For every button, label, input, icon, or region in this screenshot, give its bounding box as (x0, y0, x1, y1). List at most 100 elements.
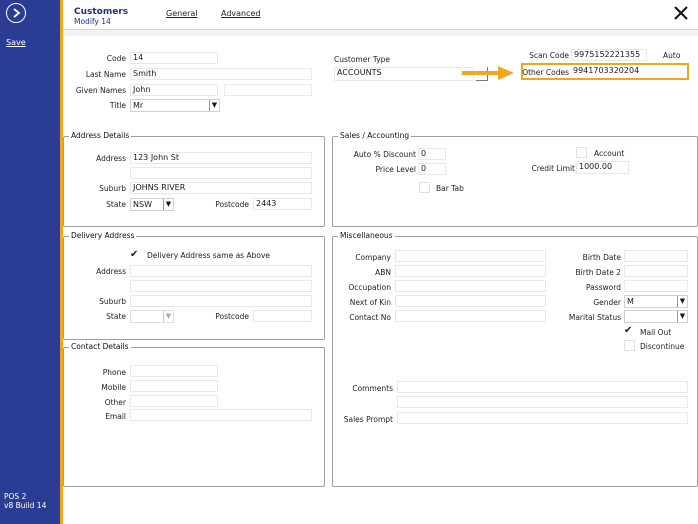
comments-field[interactable] (397, 381, 688, 393)
suburb-field[interactable]: JOHNS RIVER (130, 182, 312, 194)
contact-no-label: Contact No (349, 313, 391, 322)
email-field[interactable] (130, 409, 312, 421)
chevron-down-icon[interactable]: ▼ (677, 296, 687, 307)
other-label: Other (104, 398, 126, 407)
sales-accounting-title: Sales / Accounting (338, 131, 412, 140)
marital-status-label: Marital Status (568, 313, 621, 322)
delivery-same-label: Delivery Address same as Above (147, 251, 270, 260)
logo-icon[interactable] (6, 3, 26, 23)
contact-details-title: Contact Details (69, 342, 131, 351)
page-title: Customers (74, 7, 129, 17)
phone-label: Phone (102, 368, 126, 377)
discontinue-checkbox[interactable] (624, 340, 635, 351)
account-checkbox[interactable] (576, 147, 587, 158)
abn-label: ABN (375, 268, 391, 277)
birth-date2-field[interactable] (624, 265, 688, 277)
address-label: Address (96, 154, 126, 163)
version-line-2: v8 Build 14 (4, 501, 47, 510)
postcode-field[interactable]: 2443 (253, 198, 312, 210)
version-info: POS 2 v8 Build 14 (4, 492, 46, 510)
miscellaneous-title: Miscellaneous (338, 231, 395, 240)
other-codes-label: Other Codes (522, 68, 569, 77)
given-label: Given Names (75, 86, 126, 95)
delivery-postcode-label: Postcode (215, 312, 249, 321)
mobile-field[interactable] (130, 380, 218, 392)
bar-tab-label: Bar Tab (436, 184, 464, 193)
credit-limit-label: Credit Limit (531, 164, 575, 173)
close-icon[interactable] (672, 4, 690, 22)
title-select[interactable]: Mr ▼ (130, 99, 220, 112)
address-line-2[interactable] (130, 167, 312, 179)
phone-field[interactable] (130, 365, 218, 377)
gender-select[interactable]: M ▼ (624, 295, 688, 308)
given-field-2[interactable] (224, 84, 312, 96)
price-level-field[interactable]: 0 (418, 163, 446, 175)
chevron-down-icon[interactable]: ▼ (163, 311, 173, 322)
address-line-1[interactable]: 123 John St (130, 152, 312, 164)
chevron-down-icon[interactable]: ▼ (209, 100, 219, 111)
company-field[interactable] (395, 250, 546, 262)
next-of-kin-label: Next of Kin (349, 298, 391, 307)
title-value: Mr (133, 101, 144, 110)
marital-status-select[interactable]: ▼ (624, 310, 688, 323)
delivery-state-select[interactable]: ▼ (130, 310, 174, 323)
auto-button[interactable]: Auto (663, 51, 680, 60)
company-label: Company (355, 253, 391, 262)
customer-type-label: Customer Type (334, 55, 391, 64)
delivery-suburb-field[interactable] (130, 295, 312, 307)
tab-general[interactable]: General (166, 9, 198, 18)
comments-label: Comments (352, 384, 393, 393)
account-label: Account (594, 149, 625, 158)
header: Customers Modify 14 General Advanced (63, 0, 698, 30)
chevron-down-icon[interactable]: ▼ (163, 199, 173, 210)
auto-discount-label: Auto % Discount (353, 150, 416, 159)
save-button[interactable]: Save (6, 38, 26, 47)
state-select[interactable]: NSW ▼ (130, 198, 174, 211)
lastname-field[interactable]: Smith (130, 68, 312, 80)
given-field[interactable]: John (130, 84, 218, 96)
bar-tab-checkbox[interactable] (419, 182, 430, 193)
scan-code-label: Scan Code (529, 51, 569, 60)
birth-date-field[interactable] (624, 250, 688, 262)
auto-discount-field[interactable]: 0 (418, 148, 446, 160)
other-codes-field[interactable]: 9941703320204 (571, 66, 685, 78)
delivery-address-title: Delivery Address (69, 231, 137, 240)
delivery-same-checkbox[interactable]: ✔ (130, 249, 142, 260)
page-subtitle: Modify 14 (74, 17, 111, 26)
next-of-kin-field[interactable] (395, 295, 546, 307)
credit-limit-field[interactable]: 1000.00 (576, 161, 629, 174)
occupation-field[interactable] (395, 280, 546, 292)
email-label: Email (105, 412, 126, 421)
code-label: Code (106, 54, 126, 63)
discontinue-label: Discontinue (640, 342, 685, 351)
abn-field[interactable] (395, 265, 546, 277)
chevron-down-icon[interactable]: ▼ (677, 311, 687, 322)
version-line-1: POS 2 (4, 492, 27, 501)
code-field[interactable]: 14 (130, 52, 218, 64)
state-value: NSW (133, 200, 152, 209)
other-field[interactable] (130, 395, 218, 407)
delivery-suburb-label: Suburb (99, 297, 126, 306)
delivery-address-line-1[interactable] (130, 265, 312, 277)
delivery-address-line-2[interactable] (130, 280, 312, 292)
customer-type-field[interactable]: ACCOUNTS (334, 67, 474, 81)
comments-field-2[interactable] (397, 396, 688, 408)
gender-value: M (627, 297, 634, 306)
form-area: Code 14 Last Name Smith Given Names John… (63, 36, 698, 524)
contact-no-field[interactable] (395, 310, 546, 322)
mail-out-checkbox[interactable]: ✔ (624, 325, 636, 336)
sales-prompt-field[interactable] (397, 412, 688, 424)
tab-advanced[interactable]: Advanced (221, 9, 261, 18)
scan-code-field[interactable]: 9975152221355 (571, 49, 647, 61)
sidebar: Save POS 2 v8 Build 14 (0, 0, 62, 524)
postcode-label: Postcode (215, 200, 249, 209)
address-details-title: Address Details (69, 131, 132, 140)
birth-date2-label: Birth Date 2 (575, 268, 621, 277)
occupation-label: Occupation (348, 283, 391, 292)
state-label: State (106, 200, 126, 209)
delivery-postcode-field[interactable] (253, 310, 312, 322)
lastname-label: Last Name (85, 70, 126, 79)
password-field[interactable] (624, 280, 688, 292)
main-panel: Customers Modify 14 General Advanced Cod… (63, 0, 698, 524)
delivery-state-label: State (106, 312, 126, 321)
